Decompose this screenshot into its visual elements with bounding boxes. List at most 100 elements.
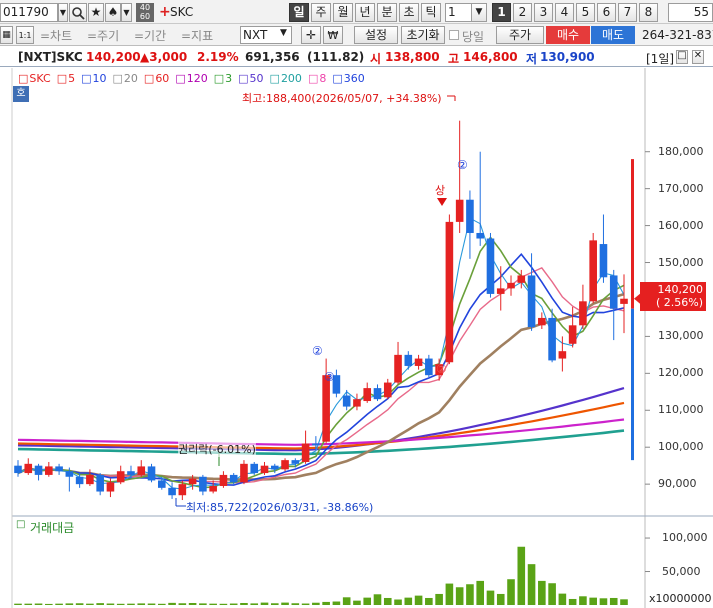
bell-icon: ♠ <box>107 5 119 19</box>
buy-button[interactable]: 매수 <box>546 26 590 44</box>
header-high: 146,800 <box>463 50 518 64</box>
order-button[interactable]: 주가 <box>496 26 544 44</box>
legend-item[interactable]: □8 <box>308 72 329 85</box>
header-low: 130,900 <box>540 50 595 64</box>
price-chart <box>11 68 713 608</box>
period-button[interactable]: 년 <box>355 3 375 22</box>
chart-tab[interactable]: =기간 <box>134 27 166 44</box>
settings-button[interactable]: 설정 <box>354 26 398 44</box>
volume-unit: x10000000 <box>649 592 712 605</box>
candle-body <box>496 288 505 294</box>
checkbox-icon: □ <box>238 72 249 85</box>
price-header: [NXT]SKC 140,200 ▲3,000 2.19% 691,356 (1… <box>0 48 713 67</box>
won-button[interactable]: ₩ <box>323 26 343 44</box>
period-button[interactable]: 틱 <box>421 3 441 22</box>
page-button[interactable]: 4 <box>555 3 574 22</box>
checkbox-icon: □ <box>18 72 29 85</box>
legend-item[interactable]: □50 <box>238 72 266 85</box>
candle-body <box>301 443 310 462</box>
period-button[interactable]: 초 <box>399 3 419 22</box>
candle-body <box>507 282 515 289</box>
count-input[interactable]: 55 <box>668 3 713 22</box>
candle-body <box>609 275 618 309</box>
wave-2-marker: ② <box>312 344 323 358</box>
sell-button[interactable]: 매도 <box>591 26 635 44</box>
candle-body <box>34 465 43 475</box>
ratio-button[interactable]: 40 60 <box>136 3 154 22</box>
period-button[interactable]: 일 <box>289 3 309 22</box>
volume-bar <box>147 603 156 605</box>
volume-bar <box>260 602 269 605</box>
candle-body <box>558 351 567 359</box>
volume-bar <box>455 587 464 605</box>
legend-item[interactable]: □200 <box>270 72 305 85</box>
candle-body <box>199 476 207 492</box>
candle-body <box>373 388 382 400</box>
page-button[interactable]: 5 <box>576 3 595 22</box>
price-tick-label: 100,000 <box>658 440 704 454</box>
candle-body <box>281 460 289 470</box>
page-button[interactable]: 7 <box>618 3 637 22</box>
current-price-tag: 140,200 ( 2.56%) <box>640 282 706 311</box>
legend-item[interactable]: □120 <box>175 72 210 85</box>
page-button[interactable]: 1 <box>492 3 511 22</box>
maximize-button[interactable]: □ <box>676 50 688 64</box>
chart-tab[interactable]: =지표 <box>181 27 213 44</box>
chart-tab[interactable]: =차트 <box>40 27 72 44</box>
page-button[interactable]: 3 <box>534 3 553 22</box>
legend-item[interactable]: □60 <box>144 72 172 85</box>
legend-label: 10 <box>92 72 107 85</box>
price-tick-label: 130,000 <box>658 329 704 343</box>
volume-bar <box>14 603 22 605</box>
candle-body <box>455 199 464 222</box>
legend-item[interactable]: □10 <box>81 72 109 85</box>
page-button[interactable]: 2 <box>513 3 532 22</box>
candle-body <box>353 399 361 407</box>
low-annotation: 최저:85,722(2026/03/31, -38.86%) <box>186 501 374 514</box>
legend-item[interactable]: □3 <box>214 72 235 85</box>
volume-bar <box>34 603 43 605</box>
search-icon <box>72 7 85 20</box>
legend-item[interactable]: □SKC <box>18 72 54 85</box>
stock-code-dropdown[interactable]: ▼ <box>58 3 68 22</box>
candle-body <box>394 354 402 383</box>
legend-item[interactable]: □360 <box>332 72 367 85</box>
grid-button[interactable]: ▦ <box>0 26 13 44</box>
volume-bar <box>342 597 351 605</box>
favorite-button[interactable]: ★ <box>88 3 104 22</box>
badge-button[interactable]: 호 <box>13 86 29 102</box>
header-high-label: 고 <box>448 52 460 66</box>
legend-item[interactable]: □20 <box>113 72 141 85</box>
stock-code-input[interactable]: 011790 <box>0 3 58 22</box>
legend-label: 60 <box>155 72 170 85</box>
checkbox-icon: □ <box>307 72 319 85</box>
legend-item[interactable]: □5 <box>57 72 78 85</box>
page-button[interactable]: 6 <box>597 3 616 22</box>
period-button[interactable]: 분 <box>377 3 397 22</box>
alert-button[interactable]: ♠ <box>105 3 121 22</box>
volume-bar <box>568 598 577 605</box>
period-button[interactable]: 주 <box>311 3 331 22</box>
menu-dropdown[interactable]: ▼ <box>121 3 132 22</box>
single-view-button[interactable]: 1:1 <box>16 26 34 44</box>
volume-bar <box>476 580 485 605</box>
candle-body <box>291 460 300 464</box>
volume-bar <box>609 597 618 605</box>
close-button[interactable]: ✕ <box>692 50 704 64</box>
checkbox-icon: □ <box>56 72 68 85</box>
candle-body <box>404 354 413 366</box>
period-button[interactable]: 월 <box>333 3 353 22</box>
search-button[interactable] <box>69 3 87 22</box>
interval-dropdown[interactable]: ▼ <box>471 3 487 22</box>
candle-body <box>147 466 156 481</box>
reset-button[interactable]: 초기화 <box>401 26 445 44</box>
volume-bar <box>527 564 536 605</box>
candle-body <box>599 244 608 278</box>
chart-tab[interactable]: =주기 <box>87 27 119 44</box>
today-label: 당일 <box>462 30 485 44</box>
crosshair-button[interactable]: ✛ <box>301 26 321 44</box>
today-checkbox[interactable] <box>449 30 459 40</box>
page-button[interactable]: 8 <box>639 3 658 22</box>
volume-bar <box>496 593 505 605</box>
volume-bar <box>199 603 207 605</box>
